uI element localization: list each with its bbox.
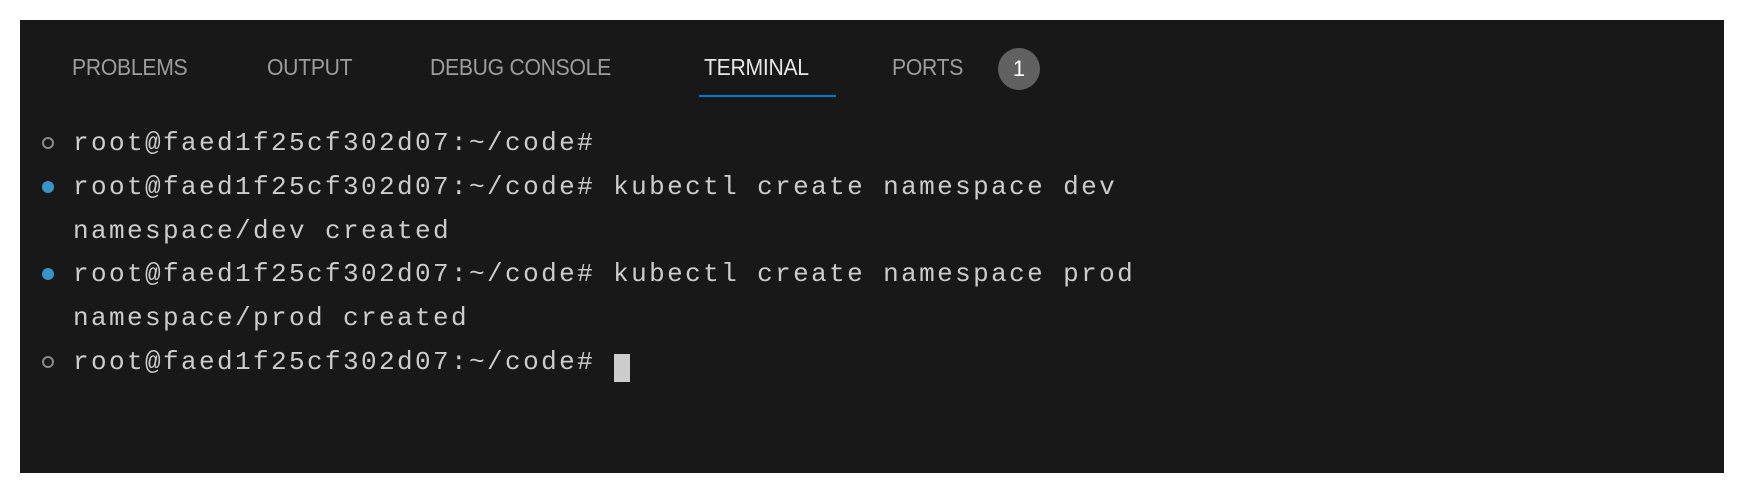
tab-terminal[interactable]: TERMINAL [704,54,809,81]
terminal-output-line: namespace/prod created [73,303,470,333]
tab-debug-console[interactable]: DEBUG CONSOLE [430,54,611,81]
command-success-icon[interactable] [42,137,54,149]
terminal-output-line: namespace/dev created [73,216,452,246]
tab-ports[interactable]: PORTS [892,54,963,81]
terminal-cursor [614,354,630,382]
terminal-line: root@faed1f25cf302d07:~/code# kubectl cr… [73,259,1136,289]
command-decoration-icon[interactable] [42,268,54,280]
ports-count-badge: 1 [998,48,1040,90]
tab-output[interactable]: OUTPUT [267,54,353,81]
command-decoration-icon[interactable] [42,181,54,193]
tab-problems[interactable]: PROBLEMS [72,54,188,81]
command-success-icon[interactable] [42,356,54,368]
active-tab-indicator [699,95,836,97]
terminal-prompt-line[interactable]: root@faed1f25cf302d07:~/code# [73,340,613,384]
terminal-line: root@faed1f25cf302d07:~/code# [73,128,596,158]
terminal-line: root@faed1f25cf302d07:~/code# kubectl cr… [73,172,1118,202]
